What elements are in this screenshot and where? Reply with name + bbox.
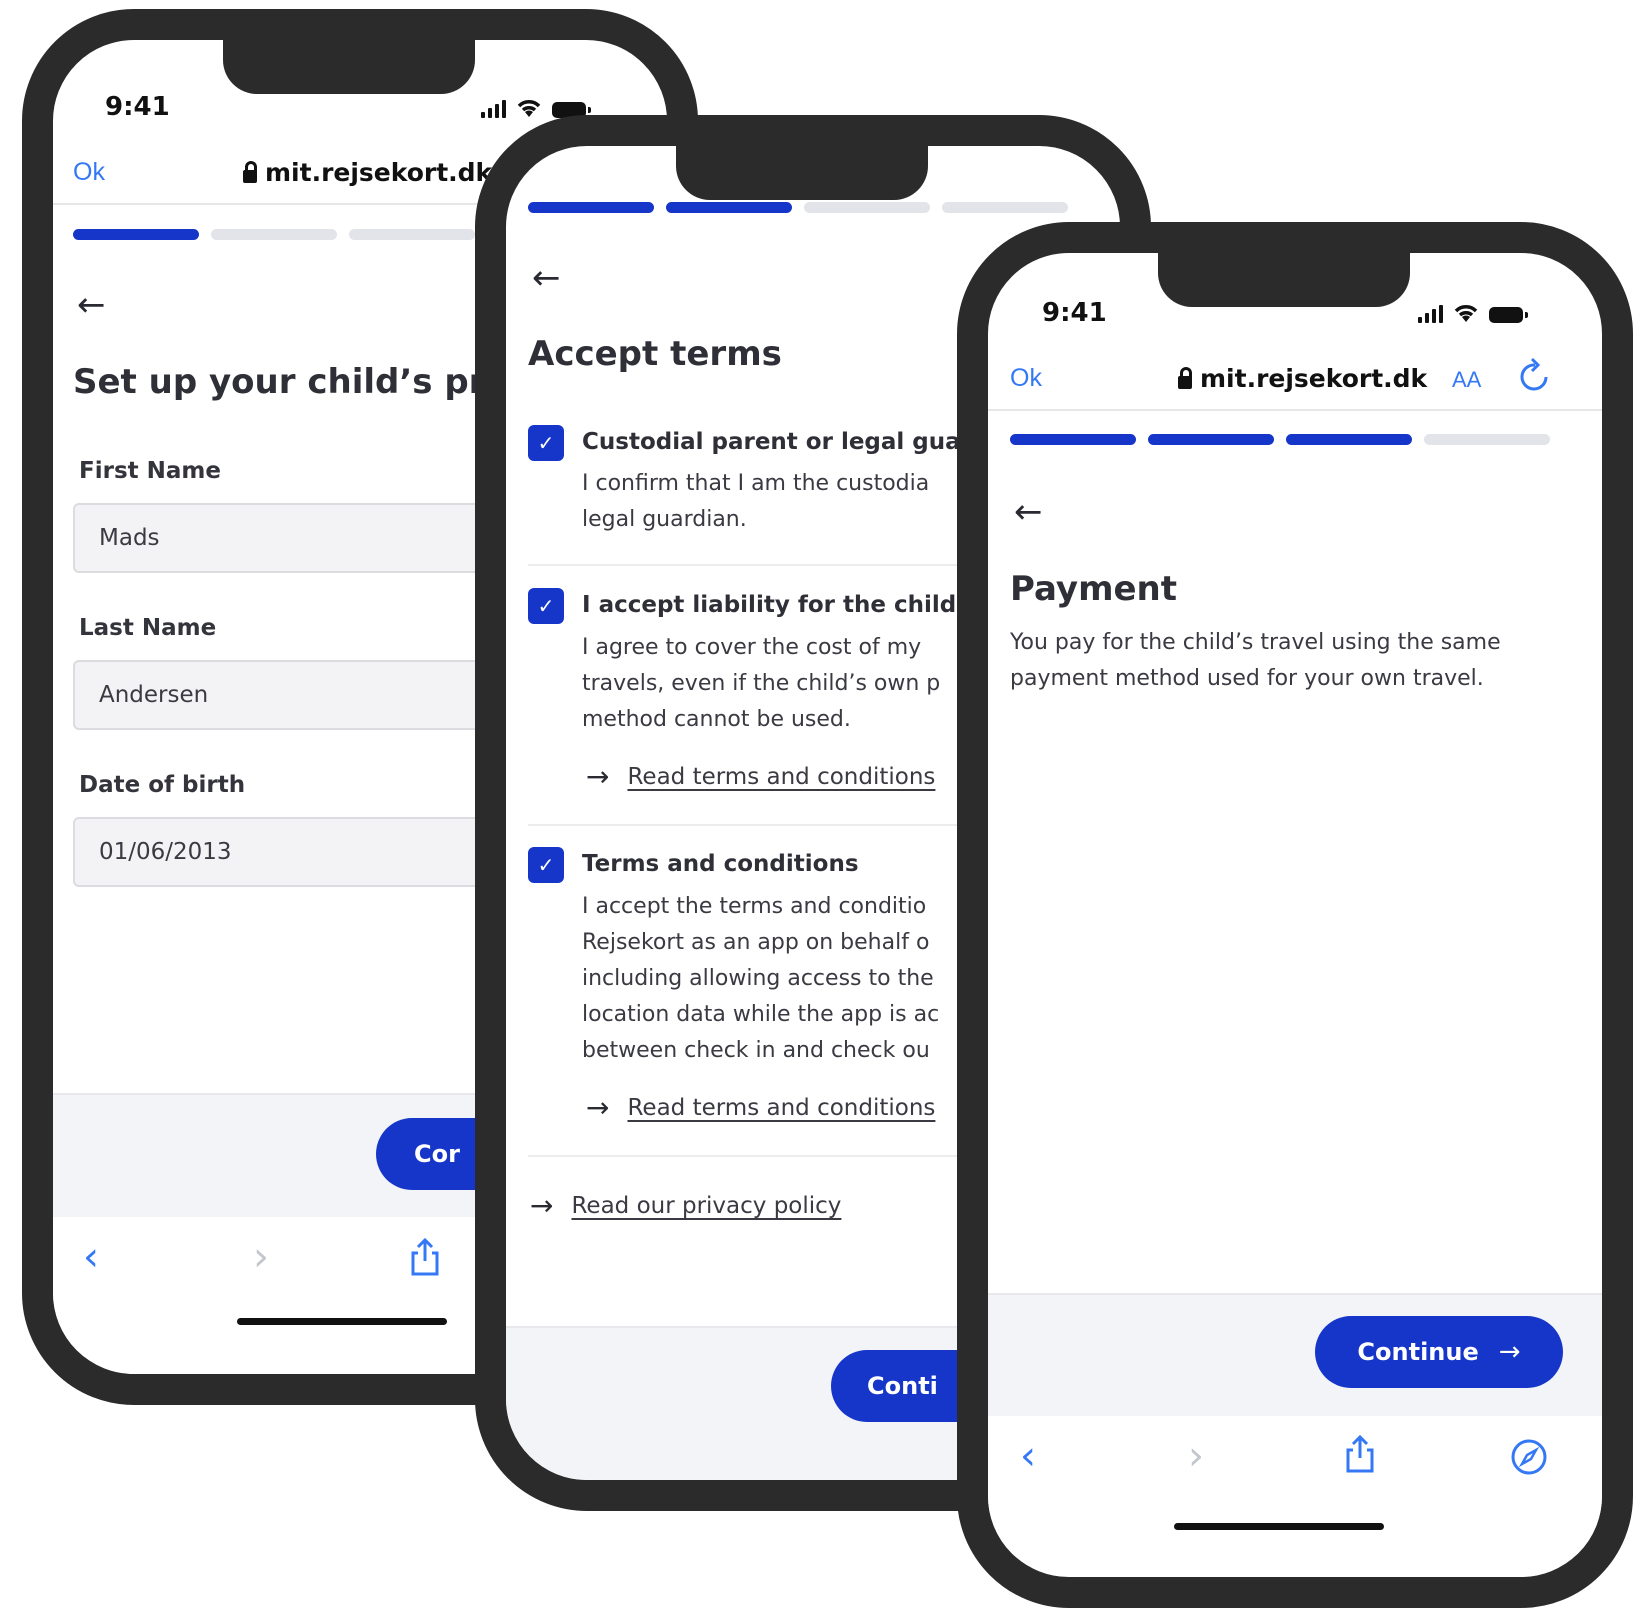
progress-step bbox=[528, 202, 654, 213]
term-title: Terms and conditions bbox=[582, 851, 859, 877]
notch bbox=[223, 40, 475, 94]
reload-icon[interactable] bbox=[1518, 357, 1552, 393]
term-line: location data while the app is ac bbox=[582, 1002, 940, 1027]
term-line: I agree to cover the cost of my bbox=[582, 635, 922, 660]
home-indicator bbox=[1174, 1523, 1384, 1530]
term-line: including allowing access to the bbox=[582, 966, 934, 991]
read-terms-link[interactable]: → Read terms and conditions bbox=[586, 1091, 935, 1124]
progress-step bbox=[1148, 434, 1274, 445]
page-title: Accept terms bbox=[528, 334, 782, 374]
terms-conditions-checkbox[interactable]: ✓ bbox=[528, 847, 564, 883]
text-size-label: AA bbox=[1452, 367, 1482, 392]
term-line: between check in and check ou bbox=[582, 1038, 930, 1063]
share-icon[interactable] bbox=[409, 1237, 441, 1277]
notch bbox=[1158, 253, 1410, 307]
progress-step bbox=[73, 229, 199, 240]
progress-step bbox=[211, 229, 337, 240]
continue-label: Conti bbox=[867, 1372, 938, 1400]
term-line: I accept the terms and conditio bbox=[582, 894, 927, 919]
browser-divider bbox=[988, 409, 1602, 411]
term-description: I agree to cover the cost of my travels,… bbox=[582, 630, 940, 738]
custodial-parent-checkbox[interactable]: ✓ bbox=[528, 425, 564, 461]
payment-line: payment method used for your own travel. bbox=[1010, 666, 1484, 691]
liability-checkbox[interactable]: ✓ bbox=[528, 588, 564, 624]
status-icons bbox=[1418, 303, 1528, 323]
back-arrow-icon[interactable]: ← bbox=[1014, 495, 1043, 529]
signal-icon bbox=[481, 98, 506, 118]
notch bbox=[676, 146, 928, 200]
wifi-icon bbox=[517, 100, 541, 117]
term-title: I accept liability for the child's bbox=[582, 592, 977, 618]
term-line: travels, even if the child’s own p bbox=[582, 671, 941, 696]
read-terms-link-text[interactable]: Read terms and conditions bbox=[627, 1095, 935, 1121]
continue-label: Cor bbox=[414, 1140, 460, 1168]
back-arrow-icon[interactable]: ← bbox=[532, 261, 561, 295]
progress-step bbox=[666, 202, 792, 213]
browser-done-button[interactable]: Ok bbox=[73, 158, 105, 187]
last-name-label: Last Name bbox=[79, 615, 217, 641]
browser-forward-icon[interactable]: › bbox=[253, 1237, 269, 1277]
progress-step bbox=[1010, 434, 1136, 445]
wifi-icon bbox=[1454, 305, 1478, 322]
payment-description: You pay for the child’s travel using the… bbox=[1010, 625, 1501, 697]
signal-icon bbox=[1418, 303, 1443, 323]
progress-step bbox=[349, 229, 475, 240]
term-title: Custodial parent or legal guar bbox=[582, 429, 973, 455]
share-icon[interactable] bbox=[1344, 1434, 1376, 1474]
back-arrow-icon[interactable]: ← bbox=[77, 288, 106, 322]
privacy-policy-link[interactable]: → Read our privacy policy bbox=[530, 1189, 841, 1222]
arrow-right-icon: → bbox=[530, 1189, 554, 1222]
status-time: 9:41 bbox=[105, 92, 170, 122]
read-terms-link-text[interactable]: Read terms and conditions bbox=[627, 764, 935, 790]
term-line: method cannot be used. bbox=[582, 707, 851, 732]
term-line: I confirm that I am the custodia bbox=[582, 471, 930, 496]
status-time: 9:41 bbox=[1042, 298, 1107, 328]
status-icons bbox=[481, 98, 591, 118]
compass-icon[interactable] bbox=[1510, 1438, 1548, 1476]
first-name-label: First Name bbox=[79, 458, 221, 484]
browser-done-button[interactable]: Ok bbox=[1010, 364, 1042, 393]
continue-label: Continue bbox=[1357, 1338, 1479, 1366]
url-bar[interactable]: mit.rejsekort.dk bbox=[243, 158, 492, 187]
page-title: Set up your child’s pro bbox=[73, 362, 509, 402]
progress-step bbox=[1286, 434, 1412, 445]
lock-icon bbox=[243, 161, 257, 183]
arrow-right-icon: → bbox=[586, 1091, 610, 1124]
url-text: mit.rejsekort.dk bbox=[1200, 364, 1428, 393]
progress-step bbox=[804, 202, 930, 213]
page-title: Payment bbox=[1010, 569, 1178, 609]
arrow-right-icon: → bbox=[1498, 1337, 1521, 1367]
continue-button[interactable]: Continue → bbox=[1315, 1316, 1563, 1388]
browser-back-icon[interactable]: ‹ bbox=[1020, 1436, 1036, 1476]
progress-step bbox=[1424, 434, 1550, 445]
home-indicator bbox=[237, 1318, 447, 1325]
date-of-birth-label: Date of birth bbox=[79, 772, 246, 798]
term-description: I accept the terms and conditio Rejsekor… bbox=[582, 889, 939, 1069]
payment-line: You pay for the child’s travel using the… bbox=[1010, 630, 1501, 655]
url-text: mit.rejsekort.dk bbox=[265, 158, 493, 187]
privacy-policy-link-text[interactable]: Read our privacy policy bbox=[571, 1193, 841, 1219]
term-description: I confirm that I am the custodia legal g… bbox=[582, 466, 929, 538]
phone-payment: 9:41 Ok mit.rejsekort.dk AA ← Payment Yo… bbox=[957, 222, 1633, 1608]
arrow-right-icon: → bbox=[586, 760, 610, 793]
term-line: Rejsekort as an app on behalf o bbox=[582, 930, 930, 955]
term-line: legal guardian. bbox=[582, 507, 747, 532]
progress-steps bbox=[528, 202, 1068, 213]
battery-icon bbox=[1489, 307, 1528, 323]
browser-toolbar: ‹ › bbox=[988, 1416, 1602, 1556]
url-bar[interactable]: mit.rejsekort.dk bbox=[1178, 364, 1427, 393]
progress-steps bbox=[1010, 434, 1550, 445]
progress-step bbox=[942, 202, 1068, 213]
read-terms-link[interactable]: → Read terms and conditions bbox=[586, 760, 935, 793]
browser-forward-icon[interactable]: › bbox=[1188, 1436, 1204, 1476]
lock-icon bbox=[1178, 367, 1192, 389]
browser-back-icon[interactable]: ‹ bbox=[83, 1237, 99, 1277]
text-size-button[interactable]: AA bbox=[1452, 361, 1481, 395]
